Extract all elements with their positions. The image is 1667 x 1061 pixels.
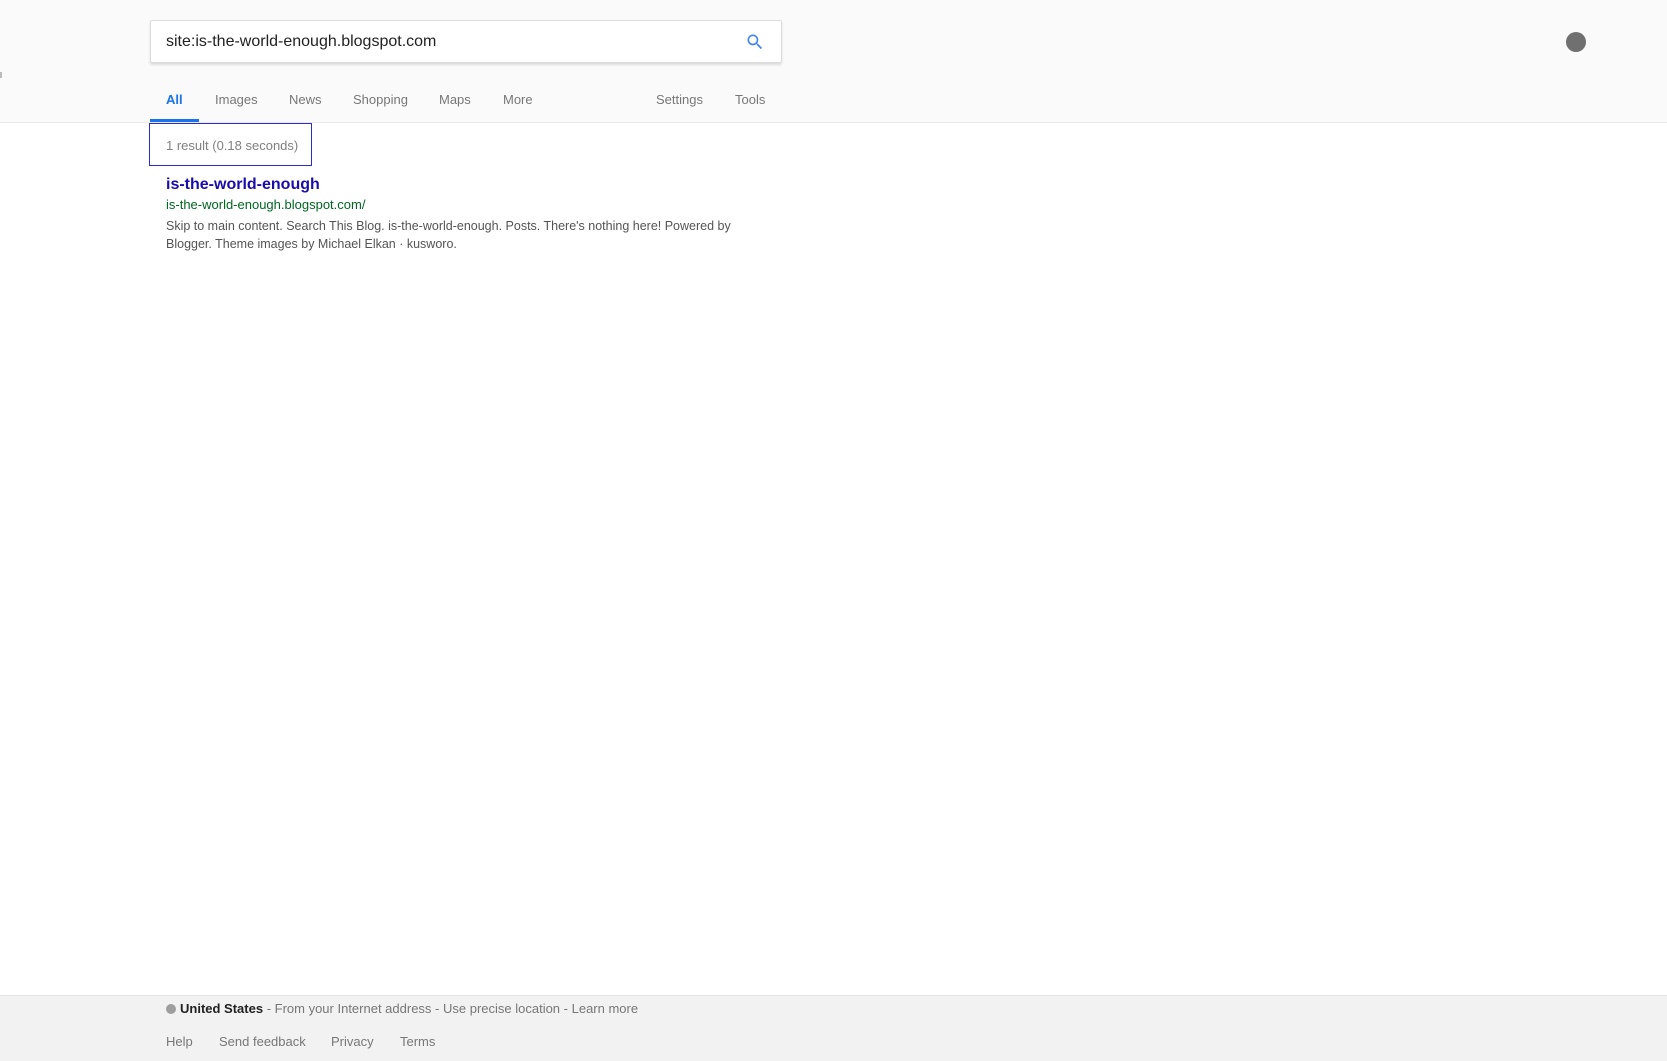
result-url: is-the-world-enough.blogspot.com/ xyxy=(166,197,366,212)
footer-link-privacy[interactable]: Privacy xyxy=(331,1034,374,1049)
location-separator: - xyxy=(560,1001,572,1016)
tab-news[interactable]: News xyxy=(289,88,322,122)
learn-more-link[interactable]: Learn more xyxy=(572,1001,638,1016)
footer-link-terms[interactable]: Terms xyxy=(400,1034,435,1049)
location-country: United States xyxy=(180,1001,264,1016)
search-box[interactable] xyxy=(150,20,782,63)
result-snippet: Skip to main content. Search This Blog. … xyxy=(166,219,731,251)
search-results-page: All Images News Shopping Maps More Setti… xyxy=(0,0,1667,1061)
tab-tools[interactable]: Tools xyxy=(735,88,765,122)
footer-link-send-feedback[interactable]: Send feedback xyxy=(219,1034,306,1049)
search-result: is-the-world-enough is-the-world-enough.… xyxy=(166,175,766,253)
search-icon[interactable] xyxy=(745,32,765,52)
location-dot-icon xyxy=(166,1004,176,1014)
tab-shopping[interactable]: Shopping xyxy=(353,88,408,122)
header: All Images News Shopping Maps More Setti… xyxy=(0,0,1667,123)
precise-location-link[interactable]: Use precise location xyxy=(443,1001,560,1016)
tab-all[interactable]: All xyxy=(150,88,199,122)
tab-images[interactable]: Images xyxy=(215,88,258,122)
tab-maps[interactable]: Maps xyxy=(439,88,471,122)
account-avatar[interactable] xyxy=(1566,32,1586,52)
footer: United States - From your Internet addre… xyxy=(0,995,1667,1061)
search-input[interactable] xyxy=(166,21,726,62)
footer-link-help[interactable]: Help xyxy=(166,1034,193,1049)
result-title-link[interactable]: is-the-world-enough xyxy=(166,175,766,195)
location-source: - From your Internet address - xyxy=(263,1001,443,1016)
location-line: United States - From your Internet addre… xyxy=(166,1000,638,1018)
edge-marker xyxy=(0,72,2,78)
result-stats: 1 result (0.18 seconds) xyxy=(166,138,299,153)
tab-settings[interactable]: Settings xyxy=(656,88,703,122)
result-stats-highlight: 1 result (0.18 seconds) xyxy=(149,123,312,166)
tab-more[interactable]: More xyxy=(503,88,533,122)
